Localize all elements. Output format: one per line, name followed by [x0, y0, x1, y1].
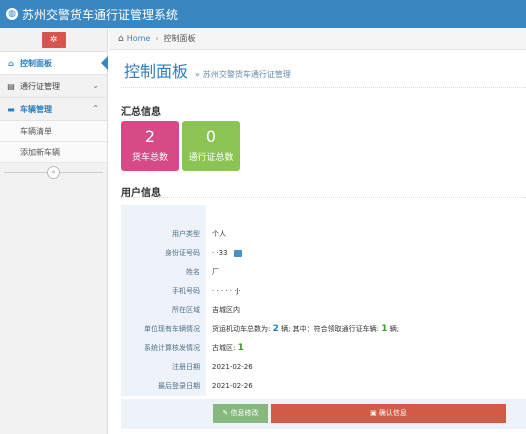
row-key: 身份证号码: [121, 244, 206, 263]
breadcrumb: ⌂ Home › 控制面板: [109, 28, 526, 50]
issuance-prefix: 古城区:: [212, 344, 236, 352]
user-info-table: 用户类型 个人 身份证号码 · ·33 姓名 厂 手机号码 · · · · · …: [121, 205, 526, 396]
vehicle-total-count: 2: [272, 324, 279, 334]
car-icon: ▬: [7, 104, 15, 114]
gear-icon: ✲: [49, 34, 58, 45]
summary-section-title: 汇总信息: [121, 107, 161, 118]
confirm-info-button[interactable]: ▣ 确认信息: [271, 404, 506, 423]
table-row: 注册日期 2021-02-26: [121, 358, 526, 377]
edit-info-button[interactable]: ✎ 信息修改: [213, 404, 268, 423]
sidebar-collapse-row: «: [0, 163, 107, 181]
table-row: 手机号码 · · · · · ·J·: [121, 282, 526, 301]
active-indicator: [101, 56, 108, 70]
permit-count-tile[interactable]: 0 通行证总数: [182, 121, 240, 171]
home-icon: ⌂: [118, 33, 124, 44]
vehicle-summary-mid: 辆; 其中：符合领取通行证车辆:: [281, 325, 380, 333]
row-key-spacer: [121, 205, 206, 225]
home-icon: ⌂: [8, 58, 14, 68]
row-key: 系统计算核发情况: [121, 339, 206, 358]
row-value: 吉城区内: [212, 306, 240, 314]
sidebar-item-label: 通行证管理: [20, 81, 60, 91]
vehicle-summary-suffix: 辆;: [389, 325, 400, 333]
sidebar-shortcut-bar: ✲: [0, 28, 107, 52]
sidebar-subitem-vehicle-list[interactable]: 车辆清单: [0, 121, 107, 142]
app-title: 苏州交警货车通行证管理系统: [22, 7, 179, 22]
breadcrumb-current: 控制面板: [163, 34, 196, 43]
page-subtitle: 苏州交警货车通行证管理: [202, 70, 291, 79]
vehicle-summary-prefix: 货运机动车总数为:: [212, 325, 271, 333]
top-navbar: ◍ 苏州交警货车通行证管理系统: [0, 0, 526, 28]
double-chevron-right-icon: »: [195, 70, 200, 79]
table-row: 所在区域 吉城区内: [121, 301, 526, 320]
sidebar: ✲ ⌂ 控制面板 ▤ 通行证管理 ⌄ ▬ 车辆管理 ⌃ 车辆清单 添加新车辆 «: [0, 28, 108, 434]
sidebar-collapse-button[interactable]: «: [47, 165, 60, 179]
table-row: 单位现有车辆情况 货运机动车总数为: 2 辆; 其中：符合领取通行证车辆: 1 …: [121, 320, 526, 339]
row-value-cell: 古城区: 1: [206, 339, 526, 358]
table-row: 身份证号码 · ·33: [121, 244, 526, 263]
row-key: 注册日期: [121, 358, 206, 377]
row-key: 最后登录日期: [121, 377, 206, 396]
id-number-value: · ·33: [212, 249, 228, 257]
chevron-up-icon: ⌃: [92, 104, 99, 113]
table-row: 最后登录日期 2021-02-26: [121, 377, 526, 396]
issuance-count: 1: [237, 343, 244, 353]
page-title: 控制面板: [124, 62, 189, 81]
sidebar-item-vehicles[interactable]: ▬ 车辆管理 ⌃: [0, 98, 107, 121]
row-value: 个人: [212, 230, 226, 238]
double-chevron-left-icon: «: [51, 167, 56, 176]
row-value-cell: · ·33: [206, 244, 526, 263]
edit-info-label: 信息修改: [230, 409, 259, 417]
row-value: · · · · · ·J·: [212, 287, 241, 295]
truck-count-label: 货车总数: [131, 153, 168, 163]
sidebar-item-label: 控制面板: [20, 58, 52, 68]
eligible-vehicle-count: 1: [381, 324, 388, 334]
row-value-cell: 货运机动车总数为: 2 辆; 其中：符合领取通行证车辆: 1 辆;: [206, 320, 526, 339]
row-key: 单位现有车辆情况: [121, 320, 206, 339]
row-key: 所在区域: [121, 301, 206, 320]
sidebar-item-dashboard[interactable]: ⌂ 控制面板: [0, 52, 108, 75]
truck-count-value: 2: [144, 127, 156, 146]
row-key: 手机号码: [121, 282, 206, 301]
breadcrumb-home-link[interactable]: Home: [127, 34, 151, 43]
table-row: 系统计算核发情况 古城区: 1: [121, 339, 526, 358]
sidebar-subitem-label: 车辆清单: [20, 126, 52, 136]
settings-button[interactable]: ✲: [41, 31, 66, 48]
chevron-down-icon: ⌄: [92, 81, 99, 90]
save-icon: ▣: [370, 409, 377, 417]
globe-icon: ◍: [6, 8, 18, 20]
chevron-right-icon: ›: [155, 34, 159, 43]
row-key: 用户类型: [121, 225, 206, 244]
sidebar-subitem-add-vehicle[interactable]: 添加新车辆: [0, 142, 107, 163]
row-key: 姓名: [121, 263, 206, 282]
sidebar-item-label: 车辆管理: [20, 104, 52, 114]
truck-count-tile[interactable]: 2 货车总数: [121, 121, 179, 171]
confirm-info-label: 确认信息: [378, 409, 407, 417]
id-card-icon[interactable]: [233, 249, 242, 257]
table-row-spacer: [121, 205, 526, 225]
row-value: 2021-02-26: [212, 363, 253, 371]
divider: [121, 197, 526, 198]
page-header: 控制面板 » 苏州交警货车通行证管理: [124, 58, 291, 82]
sidebar-item-permits[interactable]: ▤ 通行证管理 ⌄: [0, 75, 107, 98]
permit-count-label: 通行证总数: [188, 153, 234, 163]
row-value: 厂: [212, 268, 219, 276]
edit-icon: ✎: [222, 409, 229, 417]
table-row: 用户类型 个人: [121, 225, 526, 244]
book-icon: ▤: [7, 81, 15, 91]
sidebar-subitem-label: 添加新车辆: [20, 147, 60, 157]
row-value: 2021-02-26: [212, 382, 253, 390]
divider: [121, 87, 526, 88]
table-row: 姓名 厂: [121, 263, 526, 282]
row-value-spacer: [206, 206, 526, 225]
permit-count-value: 0: [205, 127, 217, 146]
